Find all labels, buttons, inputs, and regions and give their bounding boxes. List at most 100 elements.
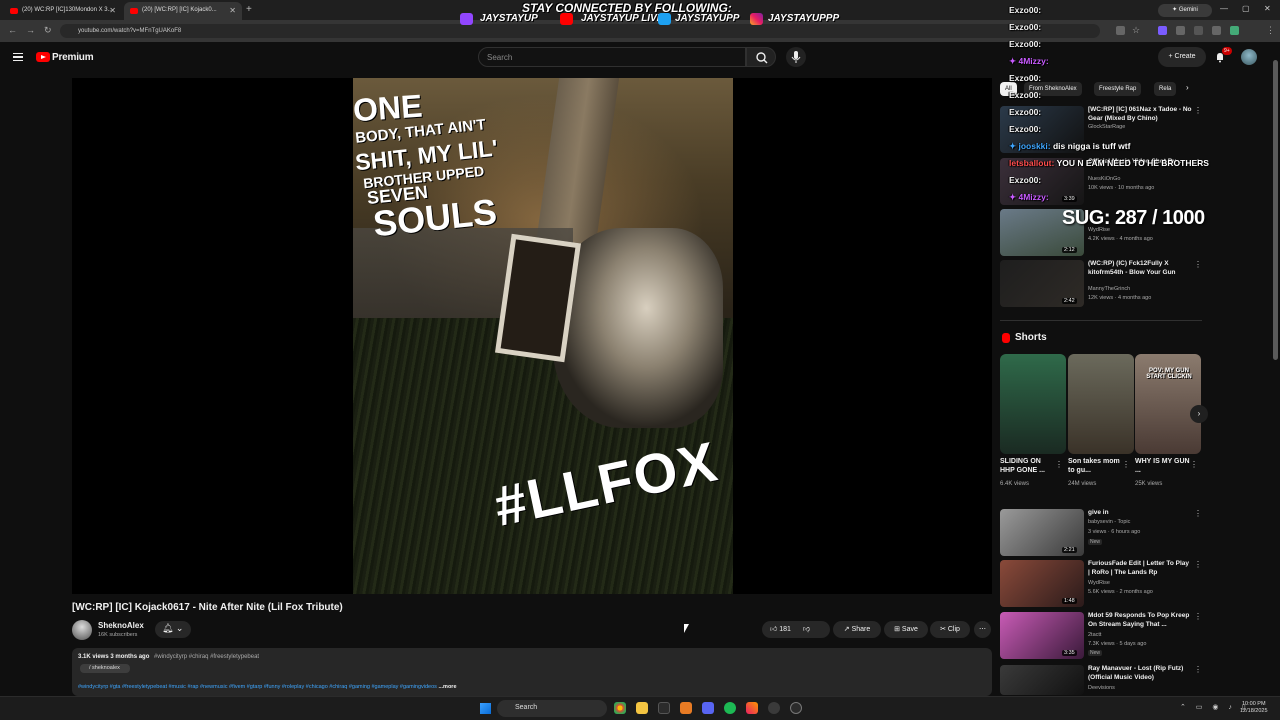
recommendation-title[interactable]: (WC:RP) (IC) Fck12Fully X kitofrm54th - … [1088,260,1192,278]
extensions-puzzle-icon[interactable] [1176,26,1185,35]
kebab-menu-icon[interactable]: ⋮ [1194,612,1202,621]
short-thumbnail[interactable] [1000,354,1066,454]
app-icon[interactable] [790,702,802,714]
like-button[interactable]: 👍︎ 181 [770,626,791,633]
voice-search-button[interactable] [786,47,806,67]
recommendation-title[interactable]: Mdot 59 Responds To Pop Kreep On Stream … [1088,612,1192,630]
extension-icon[interactable] [1158,26,1167,35]
chat-message: letsballout: YOU N EAM NEED TO HE BROTHE… [1009,158,1209,168]
logo-text[interactable]: Premium [52,52,94,63]
kebab-menu-icon[interactable]: ⋮ [1055,460,1063,469]
maximize-icon[interactable]: ▢ [1242,4,1250,13]
close-tab-icon[interactable]: ✕ [229,6,236,15]
chip-related[interactable]: Rela [1154,82,1177,96]
recommendation-title[interactable]: Ray Manavuer - Lost (Rip Futz) (Official… [1088,665,1192,683]
gemini-button[interactable]: ✦ Gemini [1158,4,1212,17]
new-tab-icon[interactable]: + [246,4,252,15]
app-icon[interactable] [680,702,692,714]
profile-icon[interactable] [1230,26,1239,35]
subscribed-notifications-button[interactable]: 🔔︎ ⌄ [155,621,191,638]
description-hashtags[interactable]: #windycityrp #chiraq #freestyletypebeat [154,654,259,660]
recommendation-item[interactable]: 3:35 Mdot 59 Responds To Pop Kreep On St… [1000,612,1202,660]
shorts-next-button[interactable]: › [1190,405,1208,423]
bookmark-star-icon[interactable]: ☆ [1132,25,1140,36]
forward-icon[interactable]: → [26,25,35,35]
clip-button[interactable]: ✂ Clip [930,621,970,638]
description-channel-link[interactable]: / sheknoalex [80,664,130,673]
chat-user: Exzo00: [1009,39,1042,49]
description-tags[interactable]: #windycityrp #gta #freestyletypebeat #mu… [78,684,437,690]
windows-start-icon[interactable] [480,703,491,714]
minimize-icon[interactable]: — [1220,4,1228,13]
recommendation-item[interactable]: 2:21 give in babysevin - Topic 3 views ·… [1000,509,1202,557]
view-count: 3.1K views [78,654,109,660]
close-tab-icon[interactable]: ✕ [109,6,116,15]
video-thumbnail[interactable] [1000,665,1084,695]
recommendation-channel: MannyTheGrinch [1088,286,1131,292]
extension-icon[interactable] [1194,26,1203,35]
video-frame[interactable]: ONE BODY, THAT AIN'T SHIT, MY LIL' BROTH… [353,78,733,594]
create-button[interactable]: + Create [1158,47,1206,67]
download-icon[interactable] [1212,26,1221,35]
share-button[interactable]: ↗ Share [833,621,881,638]
kebab-menu-icon[interactable]: ⋮ [1194,665,1202,674]
short-title[interactable]: SLIDING ON HHP GONE ... [1000,458,1056,476]
taskbar-search[interactable]: Search [497,700,607,717]
chrome-icon[interactable] [614,702,626,714]
show-more-link[interactable]: ...more [438,684,456,690]
discord-icon[interactable] [702,702,714,714]
short-thumbnail[interactable] [1068,354,1134,454]
clock-time: 10:00 PM [1241,701,1266,707]
account-avatar[interactable] [1241,49,1257,65]
app-icon[interactable] [746,702,758,714]
recommendation-title[interactable]: give in [1088,509,1192,518]
chips-next-icon[interactable]: › [1186,83,1189,92]
short-thumbnail[interactable]: POV: MY GUN START CLICKIN [1135,354,1201,454]
recommendation-item[interactable]: 1:48 FuriousFade Edit | Letter To Play |… [1000,560,1202,608]
close-window-icon[interactable]: ✕ [1264,4,1271,13]
kebab-menu-icon[interactable]: ⋮ [1194,560,1202,569]
more-actions-button[interactable]: ⋯ [974,621,991,638]
search-button[interactable] [746,47,776,67]
description-box[interactable]: 3.1K views 3 months ago #windycityrp #ch… [72,648,992,696]
channel-avatar[interactable] [72,620,92,640]
browser-tab-active[interactable]: (20) [WC:RP] [IC] Kojack0... ✕ [124,2,242,20]
kebab-menu-icon[interactable]: ⋮ [1266,25,1275,36]
kebab-menu-icon[interactable]: ⋮ [1190,460,1198,469]
video-player[interactable]: ONE BODY, THAT AIN'T SHIT, MY LIL' BROTH… [72,78,992,594]
kebab-menu-icon[interactable]: ⋮ [1194,260,1202,269]
page-scrollbar-thumb[interactable] [1273,60,1278,360]
app-icon[interactable] [768,702,780,714]
recommendation-channel: NuesKiOnGo [1088,176,1121,182]
search-input[interactable]: Search [478,47,746,67]
spotify-icon[interactable] [724,702,736,714]
youtube-header: Premium Search + Create 9+ [0,42,1280,72]
taskbar-clock[interactable]: 10:00 PM 12/18/2025 [1240,701,1268,716]
recommendation-title[interactable]: FuriousFade Edit | Letter To Play | RoRo… [1088,560,1192,578]
address-bar[interactable]: youtube.com/watch?v=MFnTgUAKoF8 [60,24,1100,38]
chat-message: ✦ 4Mizzy: [1009,192,1049,202]
file-explorer-icon[interactable] [636,702,648,714]
dislike-button[interactable]: 👎︎ [803,626,810,633]
chip-freestyle-rap[interactable]: Freestyle Rap [1094,82,1142,96]
short-title[interactable]: Son takes mom to gu... [1068,458,1124,476]
save-button[interactable]: ⊞ Save [884,621,928,638]
kebab-menu-icon[interactable]: ⋮ [1194,509,1202,518]
recommendation-item[interactable]: Ray Manavuer - Lost (Rip Futz) (Official… [1000,665,1202,695]
browser-tab[interactable]: (20) WC:RP [IC]130Mondon X 3... ✕ [4,2,122,20]
reload-icon[interactable]: ↻ [44,25,52,36]
subscriber-count: 16K subscribers [98,632,138,638]
recommendation-item[interactable]: 2:42 (WC:RP) (IC) Fck12Fully X kitofrm54… [1000,260,1202,308]
hamburger-menu-icon[interactable] [13,53,23,61]
install-app-icon[interactable] [1116,26,1125,35]
back-icon[interactable]: ← [8,25,17,35]
recommendation-title[interactable]: [WC:RP] [IC] 061Naz x Tadoe - No Gear (M… [1088,106,1192,124]
recommendation-meta: 4.2K views · 4 months ago [1088,236,1153,242]
youtube-logo-icon[interactable] [36,52,50,62]
kebab-menu-icon[interactable]: ⋮ [1122,460,1130,469]
chat-message: Exzo00: [1009,90,1041,100]
app-icon[interactable] [658,702,670,714]
short-title[interactable]: WHY IS MY GUN ... [1135,458,1191,476]
kebab-menu-icon[interactable]: ⋮ [1194,106,1202,115]
channel-name[interactable]: SheknoAlex [98,621,144,630]
